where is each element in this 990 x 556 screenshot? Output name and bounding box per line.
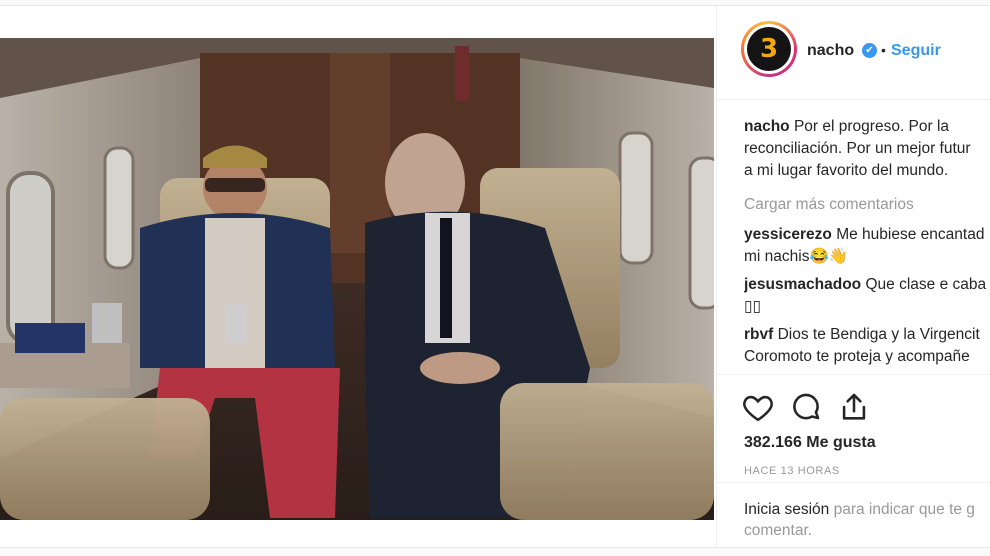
comment-text: Que clase e caba	[865, 276, 987, 293]
caption-text-line-2: reconciliación. Por un mejor futur	[744, 140, 971, 157]
post-sidebar: 3 nacho ✔ • Seguir nacho Por el progreso…	[716, 6, 990, 547]
login-prompt-line-2: comentar.	[744, 522, 813, 539]
caption-text-line-3: a mi lugar favorito del mundo.	[744, 162, 949, 179]
comment-item: yessicerezo Me hubiese encantad mi nachi…	[744, 224, 990, 268]
separator-dot: •	[881, 42, 886, 58]
comment-username[interactable]: jesusmachadoo	[744, 276, 861, 293]
username-link[interactable]: nacho	[807, 42, 854, 60]
comment-item: rbvf Dios te Bendiga y la Virgencit Coro…	[744, 324, 990, 368]
caption: nacho Por el progreso. Por la reconcilia…	[744, 116, 990, 182]
avatar-ring: 3	[744, 24, 794, 74]
load-more-comments-button[interactable]: Cargar más comentarios	[744, 194, 990, 216]
login-prompt-rest: para indicar que te g	[829, 501, 975, 518]
caption-text-line-1: Por el progreso. Por la	[793, 118, 950, 135]
post-timestamp[interactable]: HACE 13 HORAS	[744, 465, 840, 477]
comment-username[interactable]: rbvf	[744, 326, 773, 343]
instagram-post-card: 3 nacho ✔ • Seguir nacho Por el progreso…	[0, 5, 990, 548]
comment-item: jesusmachadoo Que clase e caba ▯▯	[744, 274, 990, 318]
verified-badge-icon: ✔	[862, 43, 877, 58]
login-prompt: Inicia sesión para indicar que te g come…	[717, 482, 990, 547]
comment-text-cont: Coromoto te proteja y acompañe	[744, 348, 970, 365]
comment-text: Dios te Bendiga y la Virgencit	[777, 326, 980, 343]
heart-icon[interactable]	[741, 390, 775, 424]
login-link[interactable]: Inicia sesión	[744, 501, 829, 518]
login-prompt-text: Inicia sesión para indicar que te g come…	[744, 499, 990, 541]
likes-count[interactable]: 382.166 Me gusta	[744, 434, 876, 452]
comment-text-cont: ▯▯	[744, 298, 762, 315]
comment-text: Me hubiese encantad	[836, 226, 985, 243]
share-icon[interactable]	[837, 390, 871, 424]
avatar-logo: 3	[747, 27, 791, 71]
follow-button[interactable]: Seguir	[891, 42, 941, 60]
post-photo[interactable]	[0, 38, 714, 520]
comment-text-cont: mi nachis😂👋	[744, 248, 849, 265]
comment-username[interactable]: yessicerezo	[744, 226, 832, 243]
post-header: 3 nacho ✔ • Seguir	[717, 6, 990, 100]
comments-list[interactable]: nacho Por el progreso. Por la reconcilia…	[744, 116, 990, 374]
post-actions: 382.166 Me gusta HACE 13 HORAS Inicia se…	[717, 374, 990, 547]
caption-username[interactable]: nacho	[744, 118, 790, 135]
photo-jet-interior-two-men	[0, 38, 714, 520]
speech-bubble-icon[interactable]	[789, 390, 823, 424]
avatar[interactable]: 3	[741, 21, 797, 77]
